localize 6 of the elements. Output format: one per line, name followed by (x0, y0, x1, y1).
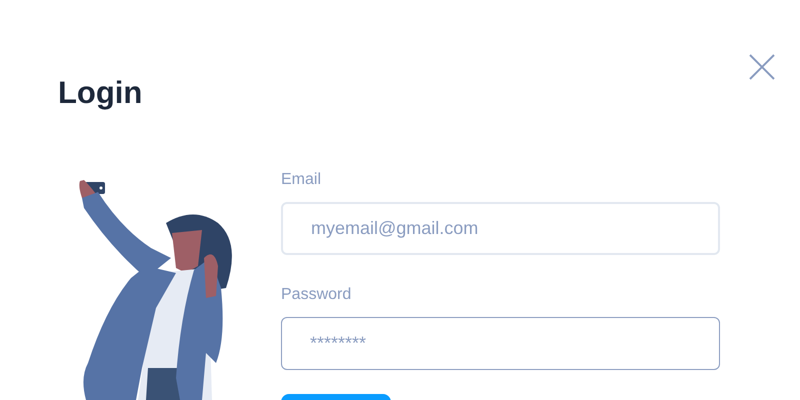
dialog-title: Login (58, 74, 142, 112)
close-button[interactable] (748, 53, 776, 81)
field-label: Email (281, 170, 322, 190)
close-icon (749, 54, 775, 80)
field-label: Password (281, 285, 352, 305)
input-field[interactable]: ******** (281, 317, 720, 370)
